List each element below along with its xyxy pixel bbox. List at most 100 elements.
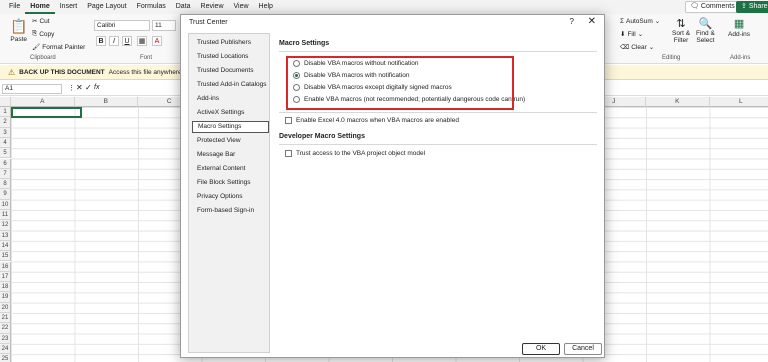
macro-option-enable-all[interactable]: Enable VBA macros (not recommended; pote… [293,96,525,103]
scissors-icon: ✂ [32,18,38,25]
radio-button[interactable] [293,60,300,67]
row-header[interactable]: 18 [0,282,11,293]
row-header[interactable]: 25 [0,354,11,362]
cut-button[interactable]: ✂ Cut [32,17,50,26]
sidebar-item-macro-settings[interactable]: Macro Settings [192,121,269,133]
italic-button[interactable]: I [109,36,119,46]
fill-button[interactable]: ⬇ Fill ⌄ [620,30,643,39]
sidebar-item-privacy-options[interactable]: Privacy Options [192,191,269,203]
brush-icon: 🖌 [32,44,41,51]
row-header[interactable]: 12 [0,220,11,231]
row-header[interactable]: 5 [0,148,11,159]
help-icon[interactable]: ? [570,17,574,26]
comments-button[interactable]: 🗨 Comments [685,1,740,13]
function-icon[interactable]: fx [94,84,99,91]
paste-button[interactable]: 📋 Paste [10,18,27,43]
checkbox[interactable] [285,117,292,124]
sidebar-item-activex-settings[interactable]: ActiveX Settings [192,107,269,119]
sidebar-item-external-content[interactable]: External Content [192,163,269,175]
font-group-label: Font [140,55,153,61]
name-box[interactable]: A1 [2,84,62,94]
radio-button[interactable] [293,84,300,91]
row-header[interactable]: 16 [0,261,11,272]
close-icon[interactable]: ✕ [588,16,596,27]
row-header[interactable]: 21 [0,313,11,324]
sidebar-item-trusted-addin-catalogs[interactable]: Trusted Add-in Catalogs [192,79,269,91]
cancel-button[interactable]: Cancel [564,343,602,355]
macro-option-disable-no-notification[interactable]: Disable VBA macros without notification [293,60,419,67]
row-header[interactable]: 13 [0,230,11,241]
column-header[interactable]: B [74,97,138,107]
tab-review[interactable]: Review [196,0,229,14]
row-header[interactable]: 22 [0,323,11,334]
row-header[interactable]: 20 [0,302,11,313]
sidebar-item-trusted-documents[interactable]: Trusted Documents [192,65,269,77]
ok-button[interactable]: OK [522,343,560,355]
row-header[interactable]: 10 [0,199,11,210]
cancel-icon[interactable]: ✕ [76,83,83,92]
row-header[interactable]: 24 [0,343,11,355]
more-options-icon[interactable]: ⋮ [68,84,75,92]
font-name-combo[interactable]: Calibri [94,20,150,31]
font-color-icon[interactable]: A [152,36,162,46]
tab-help[interactable]: Help [254,0,278,14]
column-header[interactable]: K [646,97,710,107]
row-header[interactable]: 2 [0,117,11,128]
addins-button[interactable]: ▦ Add-ins [728,17,750,38]
sort-filter-button[interactable]: ⇅ Sort & Filter [672,17,690,44]
row-header[interactable]: 1 [0,107,11,118]
column-header[interactable]: A [11,97,75,107]
sidebar-item-form-based-sign-in[interactable]: Form-based Sign-in [192,205,269,217]
sidebar-item-trusted-locations[interactable]: Trusted Locations [192,51,269,63]
row-header[interactable]: 3 [0,127,11,138]
row-header[interactable]: 11 [0,210,11,221]
row-header[interactable]: 8 [0,179,11,190]
tab-view[interactable]: View [229,0,254,14]
infobar-title: BACK UP THIS DOCUMENT [19,68,105,76]
column-header[interactable]: L [709,97,768,107]
row-header[interactable]: 17 [0,271,11,283]
row-header[interactable]: 9 [0,189,11,200]
addins-group-label: Add-ins [730,55,751,61]
bold-button[interactable]: B [96,36,106,46]
find-select-button[interactable]: 🔍 Find & Select [696,17,715,44]
enter-icon[interactable]: ✓ [85,83,92,92]
sidebar-item-trusted-publishers[interactable]: Trusted Publishers [192,37,269,49]
tab-page-layout[interactable]: Page Layout [82,0,131,14]
radio-button[interactable] [293,96,300,103]
macro-option-except-signed[interactable]: Disable VBA macros except digitally sign… [293,84,452,91]
clear-button[interactable]: ⌫ Clear ⌄ [620,43,654,52]
autosum-button[interactable]: Σ AutoSum ⌄ [620,17,660,26]
macro-option-disable-with-notification[interactable]: Disable VBA macros with notification [293,72,410,79]
checkbox[interactable] [285,150,292,157]
sidebar-item-file-block-settings[interactable]: File Block Settings [192,177,269,189]
format-painter-button[interactable]: 🖌 Format Painter [32,43,85,52]
row-header[interactable]: 7 [0,168,11,180]
tab-formulas[interactable]: Formulas [132,0,171,14]
tab-home[interactable]: Home [25,0,55,14]
tab-data[interactable]: Data [171,0,196,14]
fill-down-icon: ⬇ [620,31,626,38]
borders-icon[interactable]: ▦ [137,36,147,46]
copy-button[interactable]: ⎘ Copy [32,30,54,38]
row-header[interactable]: 23 [0,333,11,344]
sidebar-item-addins[interactable]: Add-ins [192,93,269,105]
sidebar-item-message-bar[interactable]: Message Bar [192,149,269,161]
row-header[interactable]: 19 [0,292,11,303]
tab-file[interactable]: File [4,0,25,14]
trust-vba-access-checkbox[interactable]: Trust access to the VBA project object m… [285,150,425,157]
select-all-corner[interactable] [0,97,11,107]
row-header[interactable]: 15 [0,251,11,262]
font-size-combo[interactable]: 11 [152,20,176,31]
share-button[interactable]: ⇪ Share [736,1,768,13]
excel4-macros-checkbox[interactable]: Enable Excel 4.0 macros when VBA macros … [285,117,459,124]
underline-button[interactable]: U [122,36,132,46]
active-cell[interactable] [11,107,82,118]
row-header[interactable]: 6 [0,158,11,169]
editing-group-label: Editing [662,55,681,61]
row-header[interactable]: 4 [0,137,11,149]
row-header[interactable]: 14 [0,240,11,252]
radio-button-selected[interactable] [293,72,300,79]
tab-insert[interactable]: Insert [55,0,83,14]
sidebar-item-protected-view[interactable]: Protected View [192,135,269,147]
